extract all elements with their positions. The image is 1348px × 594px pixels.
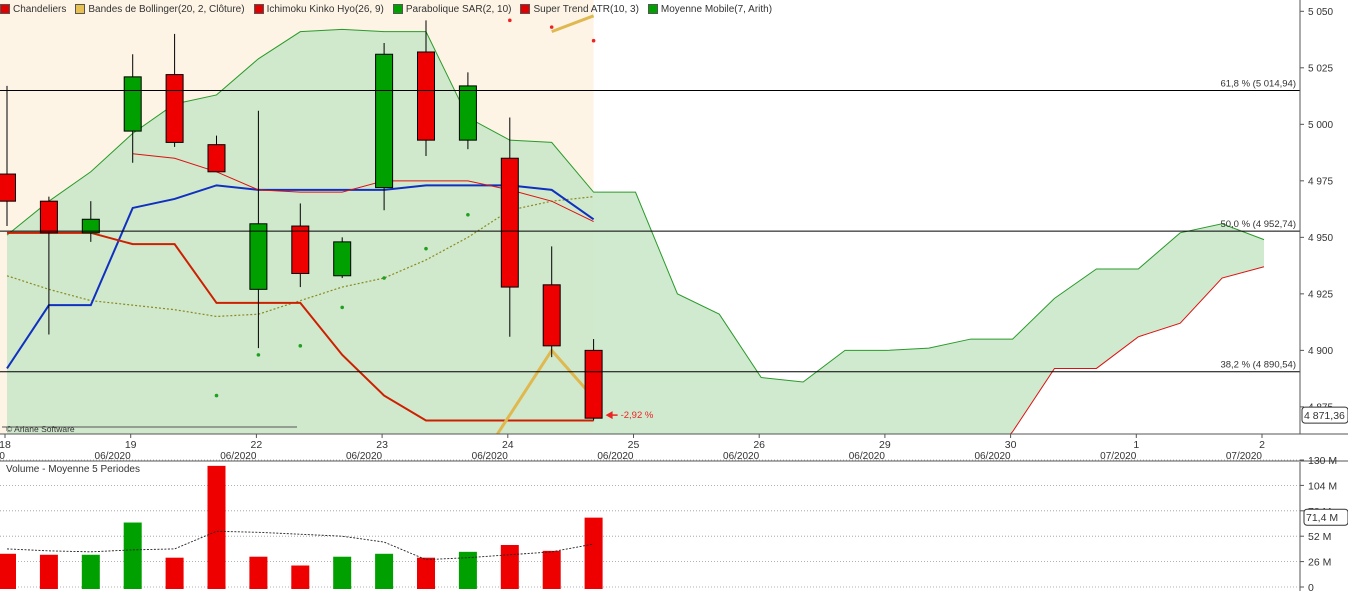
volume-bar bbox=[375, 553, 394, 589]
volume-bar bbox=[0, 553, 16, 589]
volume-bar bbox=[458, 551, 477, 589]
x-tick-month-label: 07/2020 bbox=[1226, 451, 1263, 462]
candle-body bbox=[0, 173, 16, 202]
candle-body bbox=[458, 85, 477, 141]
sar-dot bbox=[508, 18, 512, 23]
candle-body bbox=[417, 51, 435, 141]
chart-svg[interactable]: 61,8 % (5 014,94) 50,0 % (4 952,74) 38,2 %… bbox=[0, 0, 1348, 594]
volume-bar bbox=[333, 556, 352, 589]
x-tick-day-label: 22 bbox=[251, 439, 263, 451]
x-tick-day-label: 2 bbox=[1259, 439, 1265, 451]
sar-dot bbox=[591, 38, 596, 43]
sar-dot bbox=[214, 393, 219, 398]
legend-item[interactable]: Chandeliers bbox=[0, 4, 66, 15]
volume-bar bbox=[207, 465, 226, 589]
volume-bar bbox=[249, 556, 268, 589]
volume-bar bbox=[123, 522, 142, 589]
y-tick-label: 5 000 bbox=[1308, 120, 1333, 131]
x-tick-day-label: 24 bbox=[502, 439, 514, 451]
legend-swatch bbox=[0, 4, 10, 14]
volume-y-tick-label: 130 M bbox=[1308, 455, 1337, 467]
price-plot bbox=[0, 0, 1265, 434]
legend-swatch bbox=[647, 4, 658, 14]
candle-body bbox=[333, 241, 352, 277]
volume-bar bbox=[542, 550, 561, 589]
volume-bar bbox=[81, 554, 100, 589]
candle-body bbox=[291, 225, 310, 275]
candle-body bbox=[123, 76, 142, 132]
x-tick-month-label: 06/2020 bbox=[95, 451, 132, 462]
volume-bar bbox=[165, 557, 184, 589]
candle-body bbox=[249, 223, 268, 290]
legend-label: Super Trend ATR(10, 3) bbox=[533, 3, 639, 15]
legend-label: Ichimoku Kinko Hyo(26, 9) bbox=[266, 3, 384, 15]
fib-level-label: 50,0 % (4 952,74) bbox=[1220, 219, 1296, 230]
sar-dot bbox=[340, 305, 345, 310]
y-tick-label: 4 900 bbox=[1308, 346, 1333, 357]
legend-label: Parabolique SAR(2, 10) bbox=[405, 3, 512, 15]
legend-swatch bbox=[75, 4, 86, 14]
x-tick-day-label: 19 bbox=[125, 439, 137, 451]
x-tick-day-label: 1 bbox=[1133, 439, 1139, 451]
legend-swatch bbox=[392, 4, 403, 14]
sar-dot bbox=[424, 246, 428, 251]
y-tick-label: 4 975 bbox=[1308, 176, 1333, 187]
candle-body bbox=[165, 74, 184, 143]
fib-level-label: 61,8 % (5 014,94) bbox=[1220, 79, 1296, 90]
y-tick-label: 5 025 bbox=[1308, 63, 1333, 74]
volume-bar bbox=[584, 517, 603, 589]
fib-level-label: 38,2 % (4 890,54) bbox=[1220, 360, 1296, 371]
volume-y-tick-label: 0 bbox=[1308, 582, 1314, 591]
candle-body bbox=[584, 349, 603, 419]
volume-bar bbox=[417, 557, 435, 589]
legend-swatch bbox=[253, 4, 264, 14]
sar-dot bbox=[256, 353, 261, 357]
x-tick-day-label: 29 bbox=[879, 439, 891, 451]
volume-y-tick-label: 52 M bbox=[1308, 531, 1331, 543]
legend-label: Bandes de Bollinger(20, 2, Clôture) bbox=[88, 3, 245, 15]
x-tick-day-label: 18 bbox=[0, 439, 11, 451]
legend-swatch bbox=[520, 4, 531, 14]
legend-item[interactable]: Bandes de Bollinger(20, 2, Clôture) bbox=[75, 3, 245, 15]
sar-dot bbox=[382, 276, 386, 280]
legend: Chandeliers Bandes de Bollinger(20, 2, Cl… bbox=[0, 2, 781, 16]
candle-body bbox=[500, 157, 519, 288]
legend-item[interactable]: Moyenne Mobile(7, Arith) bbox=[647, 3, 773, 15]
chart-area[interactable]: 61,8 % (5 014,94) 50,0 % (4 952,74) 38,2 %… bbox=[0, 0, 1348, 594]
legend-item[interactable]: Parabolique SAR(2, 10) bbox=[392, 3, 512, 15]
x-tick-day-label: 25 bbox=[628, 439, 640, 451]
sar-dot bbox=[549, 25, 554, 29]
change-label: -2,92 % bbox=[621, 410, 654, 421]
candle-body bbox=[542, 284, 561, 347]
volume-bar bbox=[39, 554, 58, 589]
legend-label: Moyenne Mobile(7, Arith) bbox=[660, 3, 773, 15]
volume-y-tick-label: 26 M bbox=[1308, 557, 1331, 569]
sar-dot bbox=[466, 212, 470, 217]
legend-item[interactable]: Ichimoku Kinko Hyo(26, 9) bbox=[253, 3, 384, 15]
y-tick-label: 4 925 bbox=[1308, 289, 1333, 300]
volume-last-label: 71,4 M bbox=[1306, 512, 1338, 524]
volume-y-tick-label: 104 M bbox=[1308, 480, 1337, 492]
candle-body bbox=[207, 144, 226, 173]
copyright-label: © Ariane Software bbox=[6, 424, 75, 434]
x-tick-day-label: 30 bbox=[1005, 439, 1017, 451]
candle-body bbox=[375, 53, 394, 189]
legend-item[interactable]: Super Trend ATR(10, 3) bbox=[520, 3, 639, 15]
candle-body bbox=[39, 200, 58, 234]
x-tick-day-label: 26 bbox=[753, 439, 765, 451]
y-tick-label: 5 050 bbox=[1308, 7, 1333, 18]
x-tick-day-label: 23 bbox=[376, 439, 388, 451]
volume-bar bbox=[291, 565, 310, 589]
y-tick-label: 4 950 bbox=[1308, 233, 1333, 244]
sar-dot bbox=[298, 344, 303, 348]
legend-label: Chandeliers bbox=[13, 3, 67, 15]
volume-title: Volume - Moyenne 5 Periodes bbox=[6, 464, 140, 475]
last-price-label: 4 871,36 bbox=[1304, 410, 1345, 422]
volume-bar bbox=[500, 544, 519, 589]
